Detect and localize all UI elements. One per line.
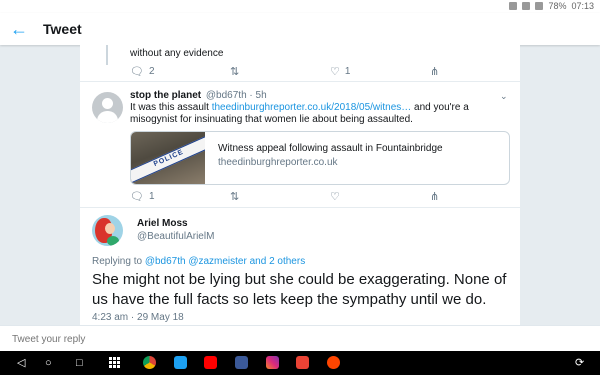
prev-tweet-text: without any evidence [130, 48, 224, 59]
clock: 07:13 [571, 1, 594, 11]
link-card[interactable]: POLICE Witness appeal following assault … [130, 131, 510, 185]
gmail-icon[interactable] [296, 356, 309, 369]
retweet-icon: ⇅ [230, 66, 240, 78]
police-tape: POLICE [131, 132, 205, 184]
nav-recents-icon[interactable]: □ [76, 357, 83, 369]
retweet-button[interactable]: ⇅ [230, 190, 330, 203]
tweet-header: stop the planet @bd67th · 5h [130, 90, 267, 101]
reply-count: 2 [148, 66, 155, 77]
divider [80, 81, 520, 82]
handle-timestamp: @bd67th · 5h [205, 90, 267, 101]
reply-count: 1 [148, 191, 155, 202]
facebook-icon[interactable] [235, 356, 248, 369]
card-title: Witness appeal following assault in Foun… [218, 143, 443, 154]
reply-button[interactable]: 🗨 1 [130, 190, 230, 203]
nav-home-icon[interactable]: ○ [45, 357, 52, 369]
focused-tweet-text: She might not be lying but she could be … [92, 271, 507, 308]
replying-to: Replying to @bd67th @zazmeister and 2 ot… [92, 256, 306, 267]
reply-bar [0, 325, 600, 352]
page-title: Tweet [43, 21, 82, 37]
avatar[interactable] [92, 92, 123, 123]
reply-input[interactable] [0, 326, 592, 352]
retweet-button[interactable]: ⇅ [230, 65, 330, 78]
reply-button[interactable]: 🗨 2 [130, 65, 230, 78]
chevron-down-icon[interactable]: ⌄ [500, 91, 508, 102]
app-drawer-icon[interactable] [109, 357, 120, 368]
tweet-timestamp: 4:23 am · 29 May 18 [92, 312, 184, 323]
system-nav-bar: ◁ ○ □ ⟳ [0, 351, 600, 375]
instagram-icon[interactable] [266, 356, 279, 369]
battery-icon [535, 2, 544, 10]
user-handle[interactable]: @BeautifulArielM [137, 231, 214, 242]
youtube-icon[interactable] [204, 356, 217, 369]
prev-tweet-actions: 🗨 2 ⇅ ♡ 1 ⋔ [130, 65, 520, 78]
bluetooth-icon [509, 2, 518, 10]
status-bar: 78% 07:13 [0, 0, 600, 13]
thread-connector [106, 45, 108, 65]
reply-icon: 🗨 [130, 191, 144, 203]
heart-icon: ♡ [330, 66, 340, 78]
chrome-icon[interactable] [143, 356, 156, 369]
nav-back-icon[interactable]: ◁ [17, 357, 25, 369]
tweet-actions: 🗨 1 ⇅ ♡ ⋔ [130, 190, 520, 203]
like-button[interactable]: ♡ 1 [330, 65, 430, 78]
share-icon: ⋔ [430, 191, 440, 203]
display-name[interactable]: stop the planet [130, 90, 201, 101]
app-bar: ← Tweet [0, 13, 600, 45]
twitter-icon[interactable] [174, 356, 187, 369]
like-count: 1 [344, 66, 351, 77]
back-arrow-icon[interactable]: ← [10, 20, 28, 38]
heart-icon: ♡ [330, 191, 340, 203]
share-button[interactable]: ⋔ [430, 190, 520, 203]
wifi-icon [522, 2, 531, 10]
share-icon: ⋔ [430, 66, 440, 78]
tweet-thread: without any evidence 🗨 2 ⇅ ♡ 1 ⋔ stop th… [80, 45, 520, 325]
battery-level: 78% [548, 1, 567, 11]
retweet-icon: ⇅ [230, 191, 240, 203]
like-button[interactable]: ♡ [330, 190, 430, 203]
tweet-link[interactable]: theedinburghreporter.co.uk/2018/05/witne… [212, 102, 412, 113]
display-name[interactable]: Ariel Moss [137, 218, 188, 229]
tweet-body: It was this assault theedinburghreporter… [130, 102, 469, 125]
screen-rotate-icon[interactable]: ⟳ [575, 357, 584, 369]
avatar[interactable] [92, 215, 123, 246]
reply-icon: 🗨 [130, 66, 144, 78]
share-button[interactable]: ⋔ [430, 65, 520, 78]
divider [80, 207, 520, 208]
reddit-icon[interactable] [327, 356, 340, 369]
card-domain: theedinburghreporter.co.uk [218, 157, 338, 168]
card-image: POLICE [131, 132, 205, 184]
replying-to-links[interactable]: @bd67th @zazmeister and 2 others [145, 256, 305, 267]
